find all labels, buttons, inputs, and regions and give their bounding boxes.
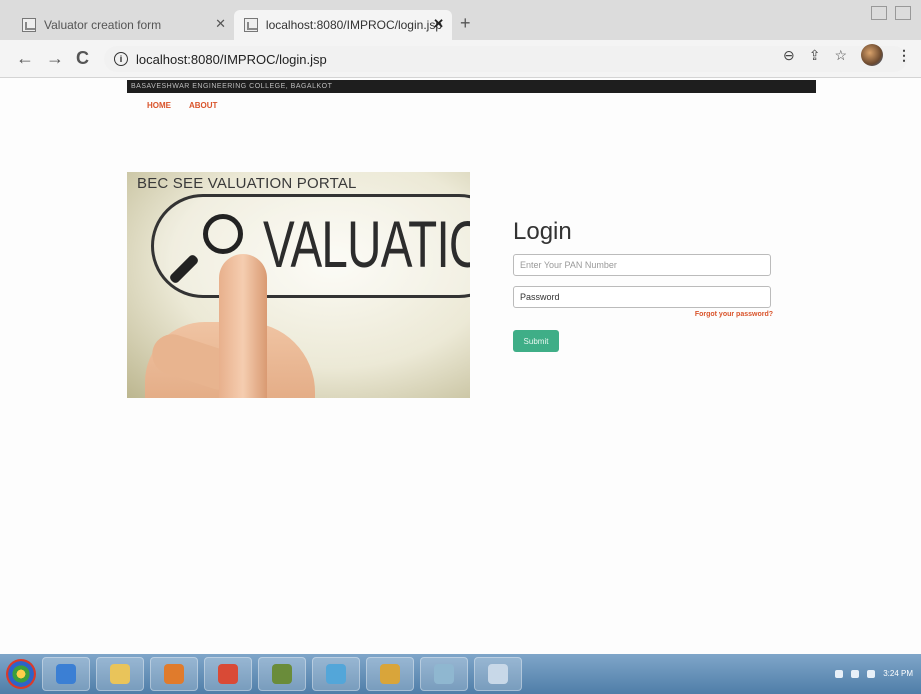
window-icon xyxy=(488,664,508,684)
page-favicon-icon xyxy=(244,18,258,32)
ie-icon xyxy=(56,664,76,684)
browser-toolbar: ← → C i localhost:8080/IMPROC/login.jsp … xyxy=(0,40,921,78)
magnifier-icon xyxy=(203,214,243,254)
taskbar-item[interactable] xyxy=(366,657,414,691)
hero-title: BEC SEE VALUATION PORTAL xyxy=(137,175,357,192)
zoom-icon[interactable]: ⊖ xyxy=(783,47,795,64)
taskbar-item[interactable] xyxy=(96,657,144,691)
folder-icon xyxy=(110,664,130,684)
start-button[interactable] xyxy=(6,659,36,689)
system-tray: 3:24 PM xyxy=(835,669,913,679)
college-banner: BASAVESHWAR ENGINEERING COLLEGE, BAGALKO… xyxy=(127,80,816,93)
chrome-icon xyxy=(218,664,238,684)
profile-avatar[interactable] xyxy=(861,44,883,66)
login-heading: Login xyxy=(513,218,572,245)
taskbar-items xyxy=(36,657,522,691)
tab-valuator-creation-form[interactable]: Valuator creation form ✕ xyxy=(12,10,234,40)
password-input[interactable] xyxy=(513,286,771,308)
windows-taskbar: 3:24 PM xyxy=(0,654,921,694)
back-arrow-icon[interactable]: ← xyxy=(16,49,34,67)
taskbar-item[interactable] xyxy=(150,657,198,691)
forward-arrow-icon[interactable]: → xyxy=(46,49,64,67)
browser-tab-strip: Valuator creation form ✕ localhost:8080/… xyxy=(0,0,921,40)
pin-icon xyxy=(326,664,346,684)
forgot-password-link[interactable]: Forgot your password? xyxy=(513,311,773,318)
taskbar-item[interactable] xyxy=(420,657,468,691)
taskbar-item[interactable] xyxy=(474,657,522,691)
tab-close-icon[interactable]: ✕ xyxy=(215,16,226,32)
clock-time: 3:24 PM xyxy=(883,669,913,678)
top-menu: HOME ABOUT xyxy=(147,101,217,110)
volume-icon[interactable] xyxy=(867,670,876,678)
tab-title: localhost:8080/IMPROC/login.jsp xyxy=(265,18,442,32)
new-tab-button[interactable]: + xyxy=(460,13,471,34)
hero-word: VALUATION xyxy=(263,207,470,281)
share-icon[interactable]: ⇪ xyxy=(809,47,821,64)
tab-login[interactable]: localhost:8080/IMPROC/login.jsp ✕ xyxy=(234,10,452,40)
tab-title: Valuator creation form xyxy=(44,18,162,32)
clock[interactable]: 3:24 PM xyxy=(883,669,913,679)
menu-item-home[interactable]: HOME xyxy=(147,101,171,110)
toolbar-actions: ⊖ ⇪ ☆ ⋮ xyxy=(783,44,911,66)
finger-graphic xyxy=(219,254,267,398)
tray-icon[interactable] xyxy=(835,670,844,678)
note-icon xyxy=(434,664,454,684)
valuation-hero-image: VALUATION BEC SEE VALUATION PORTAL xyxy=(127,172,470,398)
media-player-icon xyxy=(164,664,184,684)
taskbar-item[interactable] xyxy=(258,657,306,691)
menu-item-about[interactable]: ABOUT xyxy=(189,101,217,110)
files-icon xyxy=(380,664,400,684)
bookmark-star-icon[interactable]: ☆ xyxy=(834,47,847,64)
reload-icon[interactable]: C xyxy=(76,49,89,67)
tray-icon[interactable] xyxy=(851,670,860,678)
minimize-icon[interactable] xyxy=(871,6,887,20)
paint-icon xyxy=(272,664,292,684)
pan-number-input[interactable] xyxy=(513,254,771,276)
submit-button[interactable]: Submit xyxy=(513,330,559,352)
menu-kebab-icon[interactable]: ⋮ xyxy=(897,47,911,64)
restore-icon[interactable] xyxy=(895,6,911,20)
taskbar-item[interactable] xyxy=(42,657,90,691)
taskbar-item[interactable] xyxy=(204,657,252,691)
tab-close-icon[interactable]: ✕ xyxy=(433,16,444,32)
page-favicon-icon xyxy=(22,18,36,32)
window-controls xyxy=(871,6,911,20)
login-panel: Login Forgot your password? Submit xyxy=(513,218,773,352)
site-info-icon[interactable]: i xyxy=(114,52,128,66)
taskbar-item[interactable] xyxy=(312,657,360,691)
address-text: localhost:8080/IMPROC/login.jsp xyxy=(136,51,327,67)
